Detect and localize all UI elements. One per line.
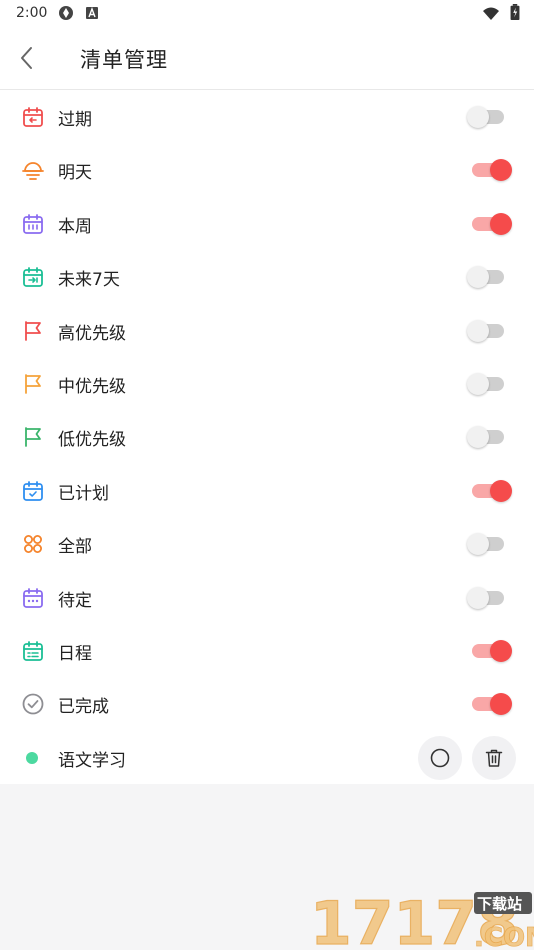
toggle-overdue[interactable] bbox=[466, 105, 514, 129]
status-bar: 2:00 bbox=[0, 0, 534, 28]
watermark-suffix: .COM bbox=[474, 923, 534, 950]
list-item-label: 低优先级 bbox=[58, 430, 126, 450]
list-item-label: 过期 bbox=[58, 110, 92, 130]
list-item-low-priority: 低优先级 bbox=[0, 410, 534, 463]
list-item-next-7-days: 未来7天 bbox=[0, 250, 534, 303]
toggle-next-7-days[interactable] bbox=[466, 265, 514, 289]
toggle-high-priority[interactable] bbox=[466, 319, 514, 343]
toggle-medium-priority[interactable] bbox=[466, 372, 514, 396]
screen: 2:00 清单管理 过期 明天 本周 未来7天 高优先级 中优先级 低优先级 已… bbox=[0, 0, 534, 950]
toggle-tomorrow[interactable] bbox=[466, 158, 514, 182]
list-item-all: 全部 bbox=[0, 517, 534, 570]
flag-low-icon bbox=[25, 427, 41, 447]
smart-list-settings: 过期 明天 本周 未来7天 高优先级 中优先级 低优先级 已计划 全部 待定 日… bbox=[0, 90, 534, 784]
list-item-schedule: 日程 bbox=[0, 624, 534, 677]
list-item-label: 明天 bbox=[58, 163, 92, 183]
list-item-label: 全部 bbox=[58, 537, 92, 557]
toggle-all[interactable] bbox=[466, 532, 514, 556]
calendar-week-icon bbox=[23, 214, 43, 234]
list-item-high-priority: 高优先级 bbox=[0, 304, 534, 357]
back-arrow-icon[interactable] bbox=[14, 44, 42, 72]
list-item-label: 已完成 bbox=[58, 697, 109, 717]
list-item-overdue: 过期 bbox=[0, 90, 534, 143]
custom-list-label: 语文学习 bbox=[58, 751, 126, 771]
app-header: 清单管理 bbox=[0, 28, 534, 90]
list-item-planned: 已计划 bbox=[0, 464, 534, 517]
toggle-pending[interactable] bbox=[466, 586, 514, 610]
list-item-label: 待定 bbox=[58, 591, 92, 611]
list-item-tomorrow: 明天 bbox=[0, 143, 534, 196]
list-item-this-week: 本周 bbox=[0, 197, 534, 250]
battery-icon bbox=[510, 4, 520, 20]
flag-high-icon bbox=[25, 321, 41, 341]
list-item-label: 日程 bbox=[58, 644, 92, 664]
watermark-tag: 下载站 bbox=[477, 895, 522, 913]
wifi-icon bbox=[483, 7, 499, 20]
list-color-dot-icon bbox=[26, 752, 38, 764]
custom-list-item[interactable]: 语文学习 bbox=[0, 731, 534, 784]
calendar-overdue-icon bbox=[23, 107, 43, 127]
page-title: 清单管理 bbox=[80, 48, 168, 72]
all-circles-icon bbox=[24, 535, 42, 553]
watermark-17178-logo: 17178 下载站 .COM bbox=[308, 888, 534, 950]
list-item-label: 本周 bbox=[58, 217, 92, 237]
calendar-check-icon bbox=[23, 481, 43, 501]
status-time: 2:00 bbox=[16, 5, 48, 21]
calendar-next7-icon bbox=[23, 267, 43, 287]
list-item-label: 高优先级 bbox=[58, 324, 126, 344]
toggle-completed[interactable] bbox=[466, 692, 514, 716]
app-notification-icon bbox=[86, 7, 98, 19]
calendar-schedule-icon bbox=[23, 641, 43, 661]
calendar-pending-icon bbox=[23, 588, 43, 608]
list-item-label: 未来7天 bbox=[58, 270, 120, 290]
list-item-completed: 已完成 bbox=[0, 677, 534, 730]
list-visibility-button[interactable] bbox=[418, 736, 462, 780]
toggle-this-week[interactable] bbox=[466, 212, 514, 236]
delete-list-button[interactable] bbox=[472, 736, 516, 780]
flag-medium-icon bbox=[25, 374, 41, 394]
toggle-planned[interactable] bbox=[466, 479, 514, 503]
list-item-medium-priority: 中优先级 bbox=[0, 357, 534, 410]
circle-outline-icon bbox=[430, 748, 450, 768]
sync-icon bbox=[59, 6, 73, 20]
list-item-label: 中优先级 bbox=[58, 377, 126, 397]
list-item-label: 已计划 bbox=[58, 484, 109, 504]
toggle-low-priority[interactable] bbox=[466, 425, 514, 449]
trash-icon bbox=[485, 749, 503, 767]
list-item-pending: 待定 bbox=[0, 571, 534, 624]
sunrise-icon bbox=[22, 162, 44, 180]
check-circle-icon bbox=[22, 693, 44, 715]
toggle-schedule[interactable] bbox=[466, 639, 514, 663]
